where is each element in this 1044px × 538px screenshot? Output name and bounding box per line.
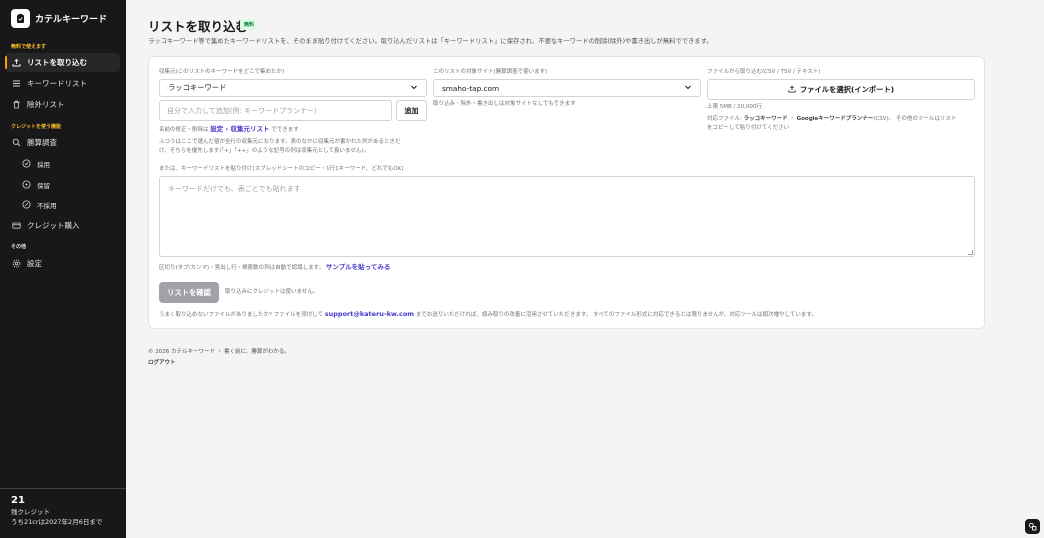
target-site-value: smaho-tap.com <box>442 83 500 93</box>
section-label-free: 無料で使えます <box>11 44 47 50</box>
credit-count: 21 <box>11 495 25 506</box>
custom-source-input[interactable]: 自分で入力して追加(例: キーワードプランナー) <box>159 100 392 121</box>
section-label-credit: クレジットを使う機能 <box>11 124 62 130</box>
supported-separator: ・ <box>787 116 797 122</box>
target-site-select[interactable]: smaho-tap.com <box>433 79 701 97</box>
file-select-button[interactable]: ファイルを選択(インポート) <box>707 79 975 100</box>
free-badge: 無料 <box>240 19 259 30</box>
source-select-value: ラッコキーワード <box>168 83 227 92</box>
section-label-other: その他 <box>11 244 27 250</box>
page-description: ラッコキーワード等で集めたキーワードリストを、そのまま貼り付けてください。取り込… <box>148 38 713 45</box>
chevron-down-icon <box>684 83 692 93</box>
nav-item-label: キーワードリスト <box>27 79 87 88</box>
nav-item-hold[interactable]: 保留 <box>16 175 120 194</box>
logout-link[interactable]: ログアウト <box>148 358 176 366</box>
chevron-down-icon <box>410 83 418 93</box>
copyright: © 2026 カテルキーワード ・ 書く前に、勝算がわかる。 <box>148 349 290 355</box>
credit-summary: 21 残クレジット うち21crは2027年2月6日まで <box>0 488 126 538</box>
source-edit-note: 名前の修正・削除は 設定 › 収集元リスト でできます <box>159 125 299 135</box>
paste-sample-link[interactable]: サンプルを貼ってみる <box>326 263 390 271</box>
delimiter-note-text: 区切り(タブ/カンマ)・見出し行・検索数の列は自動で認識します。 <box>159 265 325 271</box>
source-edit-note-prefix: 名前の修正・削除は <box>159 127 209 133</box>
target-site-note: 取り込み・除外・書き出しは対象サイトなしでもできます <box>433 101 576 107</box>
nav-item-import[interactable]: リストを取り込む <box>5 53 120 72</box>
supported-tool-rakko: ラッコキーワード <box>743 116 788 122</box>
source-edit-note-suffix: でできます <box>271 127 299 133</box>
source-label: 収集元(このリストのキーワードをどこで集めたか) <box>159 69 285 75</box>
nav-item-label: 保留 <box>37 181 50 190</box>
nav-item-research[interactable]: 勝算調査 <box>5 133 120 152</box>
nav-item-label: クレジット購入 <box>27 221 80 230</box>
support-prefix: うまく取り込めないファイルがありましたか? ファイルを添付して <box>159 312 324 318</box>
upload-icon <box>788 85 796 95</box>
nav-item-keyword-list[interactable]: キーワードリスト <box>5 74 120 93</box>
source-help-line2: け、そちらを優先します(「+」「++」のような記号の列は収集元として扱いません)… <box>159 148 370 154</box>
credit-label: 残クレジット <box>11 508 50 516</box>
confirm-note: 取り込みにクレジットは使いません。 <box>225 289 319 295</box>
source-select[interactable]: ラッコキーワード <box>159 79 427 97</box>
confirm-list-button[interactable]: リストを確認 <box>159 282 219 303</box>
source-help-line1: ふつうはここで選んだ値が全行の収集元になります。表のなかに収集元が書かれた列があ… <box>159 139 401 145</box>
support-suffix: までお送りいただければ、読み取りの改善に活用させていただきます。 すべてのファイ… <box>415 312 817 318</box>
check-circle-icon <box>22 159 31 168</box>
nav-item-reject[interactable]: 不採用 <box>16 195 120 214</box>
nav-item-label: 除外リスト <box>27 100 65 109</box>
nav-item-exclude-list[interactable]: 除外リスト <box>5 95 120 114</box>
trash-icon <box>12 100 21 109</box>
support-email-link[interactable]: support@kateru-kw.com <box>325 310 414 318</box>
brand[interactable]: カテルキーワード <box>11 9 107 28</box>
file-limit-note: 上限 5MB / 20,000行 <box>707 104 762 110</box>
support-note: うまく取り込めないファイルがありましたか? ファイルを添付して support@… <box>159 310 817 320</box>
page-title: リストを取り込む <box>148 19 249 34</box>
supported-tool-google: Googleキーワードプランナー <box>796 116 874 122</box>
brand-name: カテルキーワード <box>35 15 108 25</box>
sidebar: カテルキーワード 無料で使えます リストを取り込む キーワードリスト 除外リスト… <box>0 0 126 538</box>
nav-item-settings[interactable]: 設定 <box>5 254 120 273</box>
credit-card-icon <box>12 221 21 230</box>
nav-item-adopt[interactable]: 採用 <box>16 154 120 173</box>
supported-files-note-line2: をコピーして貼り付けてください <box>707 125 790 131</box>
logo-icon <box>11 9 30 28</box>
file-select-label: ファイルを選択(インポート) <box>799 84 895 94</box>
search-icon <box>12 138 21 147</box>
supported-suffix: (CSV)。 その他のツールはリスト <box>873 116 957 122</box>
list-icon <box>12 79 21 88</box>
gear-icon <box>12 259 21 268</box>
paste-label: または、キーワードリストを貼り付け(スプレッドシートのコピー・1行1キーワード、… <box>159 166 404 172</box>
add-source-button[interactable]: 追加 <box>396 100 427 121</box>
nav-item-buy-credit[interactable]: クレジット購入 <box>5 216 120 235</box>
supported-files-note: 対応ファイル: ラッコキーワード ・ Googleキーワードプランナー(CSV)… <box>707 115 956 124</box>
credit-expiry: うち21crは2027年2月6日まで <box>11 518 103 526</box>
textarea-placeholder: キーワードだけでも、表ごとでも貼れます <box>168 185 301 193</box>
keyword-paste-textarea[interactable]: キーワードだけでも、表ごとでも貼れます <box>159 176 975 257</box>
target-site-label: このリストの対象サイト(勝算調査で使います) <box>433 69 548 75</box>
nav-item-label: 不採用 <box>37 201 57 210</box>
dev-tools-icon[interactable] <box>1025 519 1040 534</box>
file-import-label: ファイルから取り込む(CSV / TSV / テキスト) <box>707 69 821 75</box>
x-circle-icon <box>22 200 31 209</box>
nav-item-label: 設定 <box>27 259 42 268</box>
supported-prefix: 対応ファイル: <box>707 116 744 122</box>
nav-item-label: 採用 <box>37 160 50 169</box>
import-card: 収集元(このリストのキーワードをどこで集めたか) ラッコキーワード 自分で入力し… <box>148 56 985 329</box>
nav-item-label: リストを取り込む <box>27 58 87 67</box>
delimiter-note: 区切り(タブ/カンマ)・見出し行・検索数の列は自動で認識します。 サンプルを貼っ… <box>159 263 390 273</box>
pause-circle-icon <box>22 180 31 189</box>
nav-item-label: 勝算調査 <box>27 138 57 147</box>
upload-icon <box>12 58 21 67</box>
resize-handle[interactable] <box>968 250 973 255</box>
settings-source-link[interactable]: 設定 › 収集元リスト <box>210 125 269 133</box>
